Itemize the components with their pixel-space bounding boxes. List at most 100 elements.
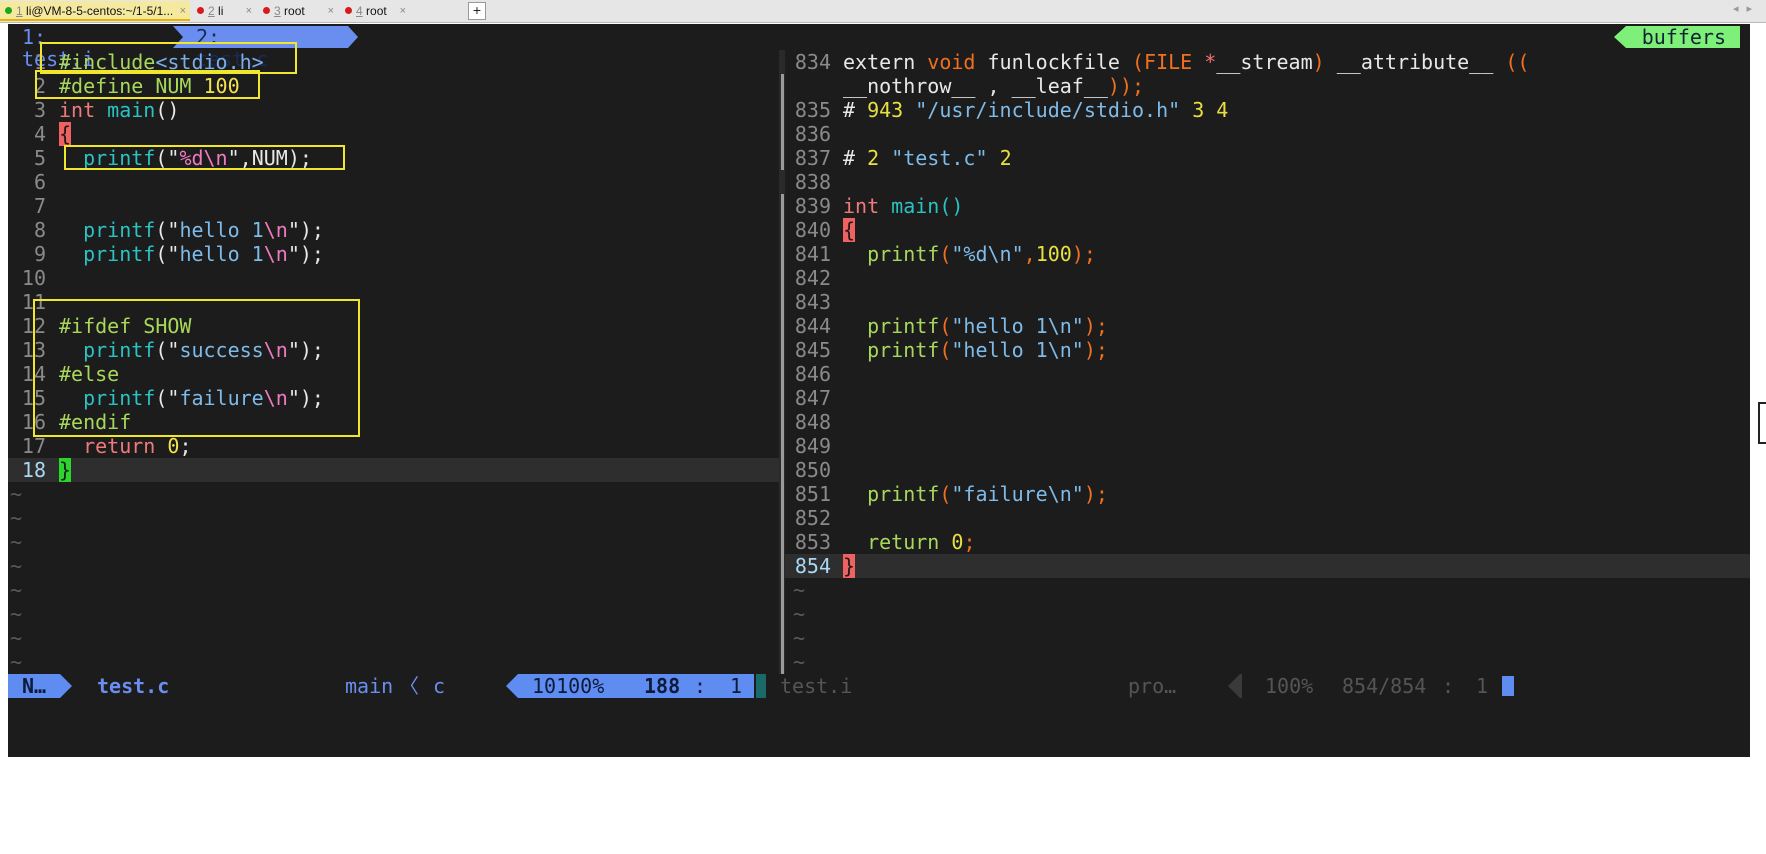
status-line-number: 188 [644,674,681,698]
code-token: 0 [951,530,964,554]
code-token: (( [1505,50,1530,74]
tab-close-icon[interactable]: × [180,1,186,19]
code-line[interactable]: printf("failure\n"); [843,482,1108,506]
line-number: 849 [794,434,831,458]
code-token: ( [939,242,952,266]
code-line[interactable]: # 943 "/usr/include/stdio.h" 3 4 [843,98,1228,122]
code-line[interactable]: printf("%d\n",NUM); [59,146,312,170]
tab-scroll-arrows-icon[interactable]: ◂▸ [1733,2,1760,15]
code-token: ); [1083,482,1108,506]
code-token: printf [867,482,940,506]
line-number: 845 [794,338,831,362]
code-line[interactable]: int main() [843,194,963,218]
code-line[interactable]: # 2 "test.c" 2 [843,146,1012,170]
empty-line-tilde: ~ [10,530,23,554]
line-number: 844 [794,314,831,338]
code-line[interactable]: printf("failure\n"); [59,386,324,410]
line-number: 11 [21,290,46,314]
code-line[interactable]: } [59,458,72,482]
code-token: #include [59,50,156,74]
code-line[interactable]: printf("hello 1\n"); [59,218,324,242]
code-line[interactable]: __nothrow__ , __leaf__)); [843,74,1144,98]
code-token: ); [1083,314,1108,338]
tab-close-icon[interactable]: × [400,1,406,21]
line-number: 10 [21,266,46,290]
code-line[interactable]: #else [59,362,119,386]
line-number: 1 [33,50,46,74]
line-number: 842 [794,266,831,290]
code-token: printf [83,386,156,410]
tab-test-c[interactable]: 2: test.c [196,26,268,70]
code-token: (" [155,218,180,242]
tab-label: li@VM-8-5-centos:~/1-5/1... [26,4,174,18]
code-token: \n [263,218,288,242]
code-token: printf [83,338,156,362]
scrollbar-grip[interactable] [1758,402,1766,444]
code-token: hello 1 [179,242,264,266]
code-line[interactable]: } [843,554,856,578]
terminal-window[interactable]: 1: test.i 2: test.c buffers 1 #include<st… [8,24,1750,757]
code-line[interactable]: printf("hello 1\n"); [59,242,324,266]
code-line[interactable]: #define NUM 100 [59,74,240,98]
tab-close-icon[interactable]: × [328,1,334,21]
empty-line-tilde: ~ [10,554,23,578]
code-token: { [843,218,856,242]
code-line[interactable]: extern void funlockfile (FILE *__stream)… [843,50,1529,74]
code-line[interactable]: return 0; [59,434,191,458]
code-token: () [939,194,964,218]
status-colon: : [694,674,707,698]
code-token: void [927,50,988,74]
buffers-label: buffers [1613,26,1740,48]
tab-label: root [284,4,305,18]
terminal-tab-4[interactable]: 4 root × [340,1,410,21]
code-token: (" [155,386,180,410]
code-token: 2 [999,146,1012,170]
status-right-column: 1 [1476,674,1489,698]
status-percent: 10100% [532,674,605,698]
code-token: extern [843,50,928,74]
status-column: 1 [730,674,743,698]
code-token: int [59,98,108,122]
code-line[interactable]: #endif [59,410,131,434]
line-number: 852 [794,506,831,530]
terminal-tab-3[interactable]: 3 root × [258,1,338,21]
code-line[interactable]: int main() [59,98,179,122]
code-token: 0 [167,434,180,458]
terminal-tab-1[interactable]: 1 li@VM-8-5-centos:~/1-5/1... × [0,1,190,21]
code-line[interactable]: printf("hello 1\n"); [843,338,1108,362]
code-token: main [107,98,156,122]
line-number: 16 [21,410,46,434]
code-line[interactable]: #ifdef SHOW [59,314,191,338]
code-line[interactable]: printf("hello 1\n"); [843,314,1108,338]
code-token: \n [263,338,288,362]
code-token: ); [1083,338,1108,362]
code-line[interactable]: #include<stdio.h> [59,50,264,74]
code-line[interactable]: { [843,218,856,242]
code-token: \n [263,242,288,266]
line-number: 5 [33,146,46,170]
line-number: 851 [794,482,831,506]
tab-close-icon[interactable]: × [246,1,252,21]
code-token: } [843,554,856,578]
status-right-percent: 100% [1265,674,1314,698]
code-token: "/usr/include/stdio.h" [915,98,1193,122]
split-marker [781,194,784,674]
terminal-tab-2[interactable]: 2 li × [192,1,256,21]
code-line[interactable]: { [59,122,72,146]
code-token: "%d\n" [951,242,1024,266]
left-cursorline [8,458,779,482]
code-token: printf [867,242,940,266]
code-token: # [843,98,868,122]
tab-test-i[interactable]: 1: test.i [22,26,94,70]
code-line[interactable]: printf("success\n"); [59,338,324,362]
line-number: 836 [794,122,831,146]
code-line[interactable]: return 0; [843,530,975,554]
add-tab-button[interactable]: + [468,2,486,20]
status-right-filename: test.i [780,674,853,698]
code-line[interactable]: printf("%d\n",100); [843,242,1096,266]
